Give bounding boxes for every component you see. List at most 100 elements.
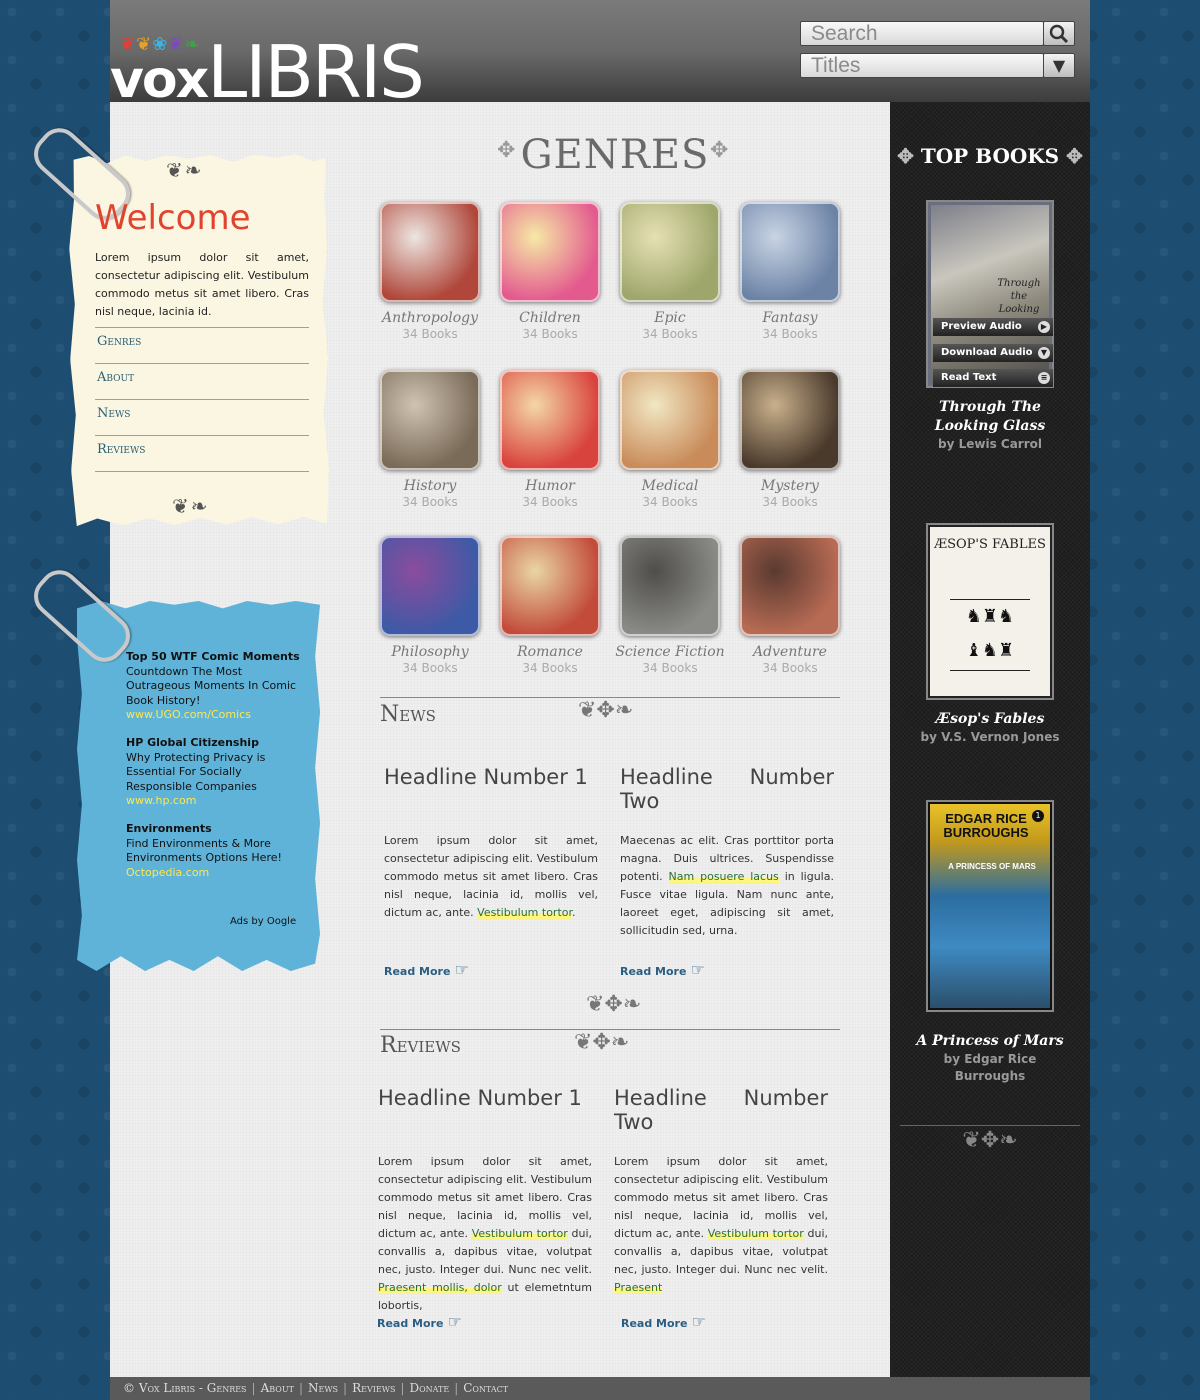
ad-item[interactable]: HP Global Citizenship Why Protecting Pri… (126, 736, 301, 809)
genre-thumbnail[interactable] (740, 202, 840, 302)
news-article: Headline Number Two (620, 765, 834, 813)
read-more-link[interactable]: Read More ☞ (621, 1312, 706, 1331)
genre-thumbnail[interactable] (500, 370, 600, 470)
genre-name[interactable]: Romance (490, 644, 610, 660)
genre-count: 34 Books (762, 661, 818, 675)
genre-thumbnail[interactable] (500, 536, 600, 636)
genre-name[interactable]: Philosophy (370, 644, 490, 660)
genre-card[interactable]: Epic 34 Books (610, 202, 730, 342)
top-book[interactable]: Through the Looking Preview Audio ▶ Downl… (890, 202, 1090, 453)
genre-thumbnail[interactable] (740, 536, 840, 636)
ad-link[interactable]: Octopedia.com (126, 866, 301, 881)
book-author: by Edgar Rice Burroughs (943, 1052, 1037, 1083)
genre-thumbnail[interactable] (380, 370, 480, 470)
genre-thumbnail[interactable] (620, 370, 720, 470)
nav-about[interactable]: About (95, 363, 309, 399)
genre-card[interactable]: Humor 34 Books (490, 370, 610, 510)
genre-card[interactable]: Adventure 34 Books (730, 536, 850, 676)
book-title[interactable]: A Princess of Mars (890, 1032, 1090, 1051)
article-headline[interactable]: Headline Number 1 (378, 1086, 592, 1110)
genre-name[interactable]: Children (490, 310, 610, 326)
genre-thumbnail[interactable] (500, 202, 600, 302)
cover-subtitle: A PRINCESS OF MARS (948, 862, 1036, 871)
genre-card[interactable]: History 34 Books (370, 370, 490, 510)
pointing-hand-icon: ☞ (447, 1312, 462, 1331)
pointing-hand-icon: ☞ (690, 960, 705, 979)
titles-select[interactable]: Titles (800, 53, 1044, 78)
genre-card[interactable]: Mystery 34 Books (730, 370, 850, 510)
genre-card[interactable]: Children 34 Books (490, 202, 610, 342)
article-body: Lorem ipsum dolor sit amet, consectetur … (378, 1155, 592, 1312)
pointing-hand-icon: ☞ (691, 1312, 706, 1331)
nav-genres[interactable]: Genres (95, 327, 309, 363)
genre-name[interactable]: Fantasy (730, 310, 850, 326)
genre-name[interactable]: Epic (610, 310, 730, 326)
genre-thumbnail[interactable] (620, 202, 720, 302)
footer-link-donate[interactable]: Donate (409, 1381, 449, 1395)
genre-thumbnail[interactable] (620, 536, 720, 636)
ads-by[interactable]: Ads by Oogle (230, 916, 296, 927)
ornament-icon: ❦✥❧ (574, 1030, 630, 1055)
book-title-line2[interactable]: Looking Glass (890, 417, 1090, 436)
genre-card[interactable]: Romance 34 Books (490, 536, 610, 676)
genre-card[interactable]: Medical 34 Books (610, 370, 730, 510)
book-cover[interactable]: EDGAR RICE BURROUGHS A PRINCESS OF MARS … (928, 802, 1052, 1010)
genre-name[interactable]: Adventure (730, 644, 850, 660)
top-book[interactable]: ÆSOP'S FABLES ♞♜♞ ♝♞♜ Æsop's Fables by V.… (890, 525, 1090, 746)
nav-reviews[interactable]: Reviews (95, 435, 309, 472)
page: ❦❦❀❦❧ voxLIBRIS Search Titles ▼ ❦❧ Welco… (25, 0, 1090, 1400)
genre-name[interactable]: Medical (610, 478, 730, 494)
genre-card[interactable]: Science Fiction 34 Books (610, 536, 730, 676)
genre-name[interactable]: Humor (490, 478, 610, 494)
book-cover[interactable]: Through the Looking Preview Audio ▶ Downl… (928, 202, 1053, 387)
read-more-link[interactable]: Read More ☞ (384, 960, 469, 979)
search-button[interactable] (1043, 21, 1075, 46)
genres-title: GENRES (520, 132, 710, 178)
read-more-link[interactable]: Read More ☞ (620, 960, 705, 979)
ad-title: Top 50 WTF Comic Moments (126, 650, 300, 663)
logo[interactable]: ❦❦❀❦❧ voxLIBRIS (110, 28, 430, 108)
genre-card[interactable]: Philosophy 34 Books (370, 536, 490, 676)
genre-thumbnail[interactable] (740, 370, 840, 470)
ornament-icon: ✥ (1066, 144, 1083, 168)
footer-link-news[interactable]: News (308, 1381, 338, 1395)
read-text-button[interactable]: Read Text ≡ (933, 369, 1053, 387)
genre-count: 34 Books (642, 661, 698, 675)
ad-item[interactable]: Top 50 WTF Comic Moments Countdown The M… (126, 650, 301, 723)
download-audio-button[interactable]: Download Audio ▼ (933, 344, 1053, 362)
titles-select-value: Titles (811, 54, 861, 77)
titles-dropdown-button[interactable]: ▼ (1043, 53, 1075, 78)
genre-name[interactable]: Mystery (730, 478, 850, 494)
article-headline[interactable]: Headline Number 1 (384, 765, 598, 789)
genre-name[interactable]: Anthropology (370, 310, 490, 326)
read-more-link[interactable]: Read More ☞ (377, 1312, 462, 1331)
book-cover[interactable]: ÆSOP'S FABLES ♞♜♞ ♝♞♜ (928, 525, 1052, 698)
ad-item[interactable]: Environments Find Environments & More En… (126, 822, 301, 880)
footer-link-about[interactable]: About (261, 1381, 294, 1395)
nav-news[interactable]: News (95, 399, 309, 435)
article-headline[interactable]: Headline Number Two (620, 765, 834, 813)
genre-count: 34 Books (642, 327, 698, 341)
book-title[interactable]: Æsop's Fables (890, 710, 1090, 729)
footer: © Vox Libris - Genres | About | News | Reviews… (110, 1377, 1090, 1400)
cover-text: ÆSOP'S FABLES (934, 537, 1046, 552)
article-body: Lorem ipsum dolor sit amet, consectetur … (614, 1155, 828, 1294)
search-input[interactable]: Search (800, 21, 1044, 46)
genre-count: 34 Books (762, 327, 818, 341)
genre-card[interactable]: Fantasy 34 Books (730, 202, 850, 342)
footer-link-contact[interactable]: Contact (463, 1381, 508, 1395)
genre-thumbnail[interactable] (380, 536, 480, 636)
article-body: Maecenas ac elit. Cras porttitor porta m… (620, 834, 834, 937)
ad-link[interactable]: www.hp.com (126, 794, 301, 809)
preview-audio-button[interactable]: Preview Audio ▶ (933, 318, 1053, 336)
genre-name[interactable]: History (370, 478, 490, 494)
genre-card[interactable]: Anthropology 34 Books (370, 202, 490, 342)
footer-copyright[interactable]: © Vox Libris - Genres (123, 1381, 247, 1395)
genre-thumbnail[interactable] (380, 202, 480, 302)
ad-link[interactable]: www.UGO.com/Comics (126, 708, 301, 723)
genre-name[interactable]: Science Fiction (610, 644, 730, 660)
top-book[interactable]: EDGAR RICE BURROUGHS A PRINCESS OF MARS … (890, 802, 1090, 1085)
book-title[interactable]: Through The (890, 398, 1090, 417)
footer-link-reviews[interactable]: Reviews (352, 1381, 395, 1395)
article-headline[interactable]: Headline Number Two (614, 1086, 828, 1134)
